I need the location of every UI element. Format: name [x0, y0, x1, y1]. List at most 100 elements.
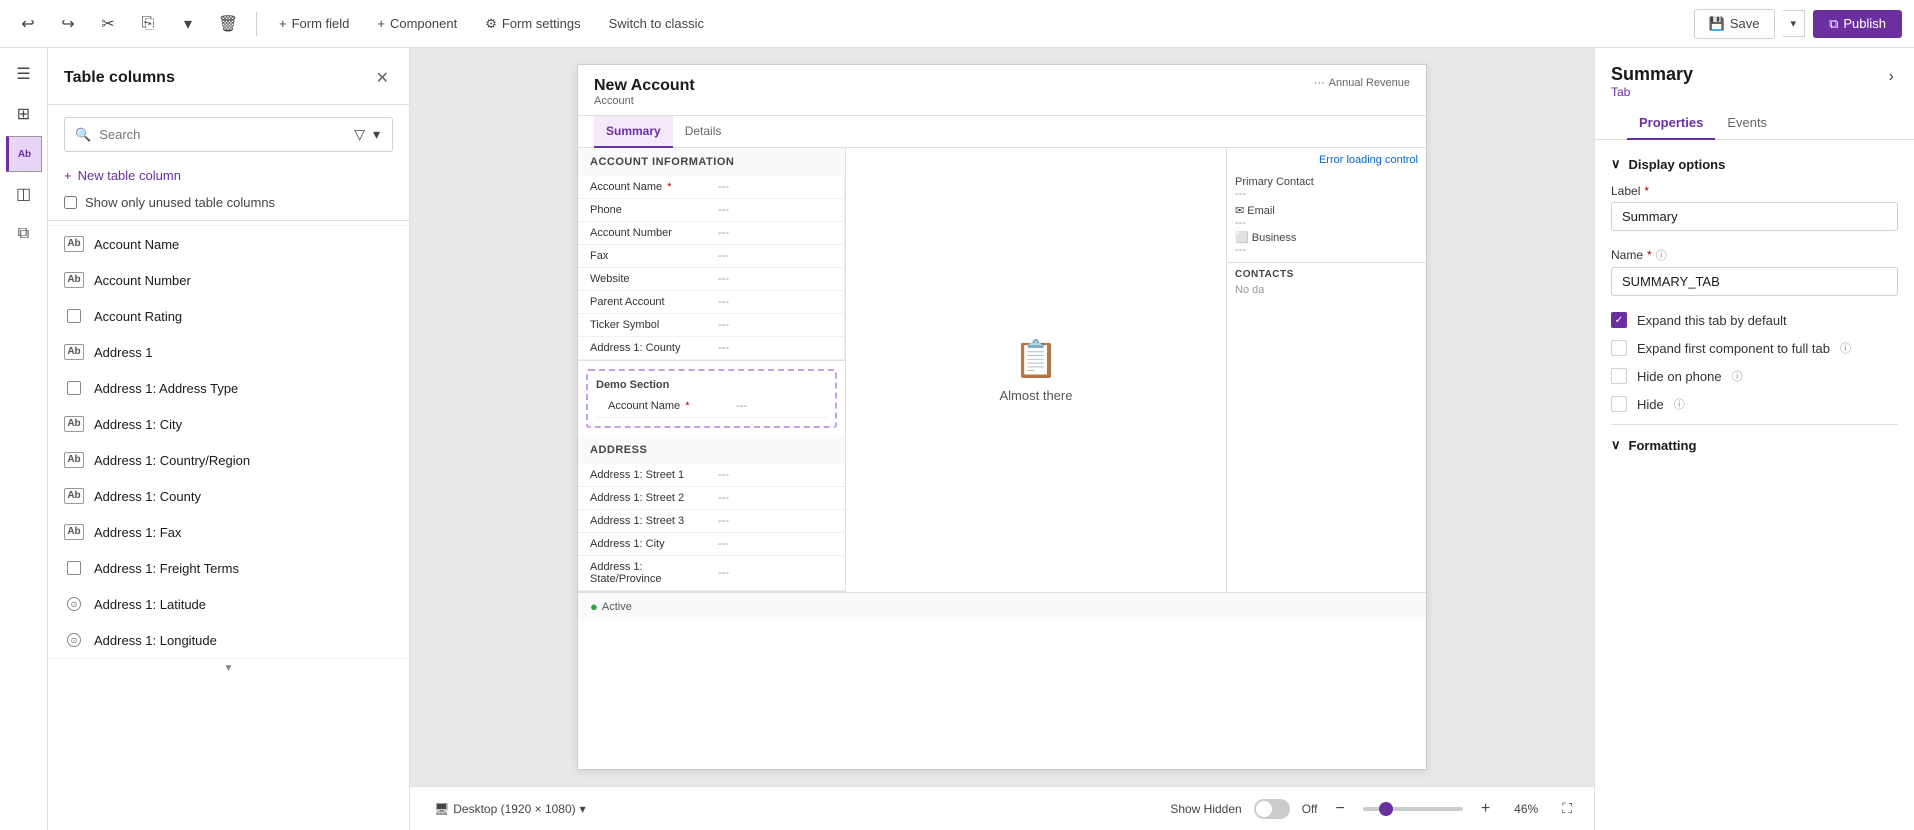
nav-components[interactable]: ⧉: [6, 216, 42, 252]
publish-button[interactable]: ⧉ Publish: [1813, 10, 1902, 38]
form-field-street2: Address 1: Street 2 ---: [578, 487, 845, 510]
list-item[interactable]: Ab Address 1: Country/Region: [48, 442, 409, 478]
divider-1: [256, 12, 257, 36]
hide-phone-checkbox[interactable]: [1611, 368, 1627, 384]
col-name: Address 1: Freight Terms: [94, 561, 239, 576]
filter-button[interactable]: ▽: [352, 124, 367, 145]
main-layout: ☰ ⊞ Ab ◫ ⧉ Table columns ✕ 🔍 ▽ ▾ + New t…: [0, 48, 1914, 830]
error-loading-link[interactable]: Error loading control: [1227, 148, 1426, 170]
list-item[interactable]: ⊙ Address 1: Latitude: [48, 586, 409, 622]
col-type-icon: ⊙: [64, 594, 84, 614]
hide-checkbox[interactable]: [1611, 396, 1627, 412]
show-hidden-label: Show Hidden: [1170, 802, 1241, 816]
search-input[interactable]: [99, 127, 344, 142]
display-options-header[interactable]: ∨ Display options: [1611, 156, 1898, 172]
panel-close-button[interactable]: ✕: [372, 64, 393, 92]
name-required: *: [1647, 248, 1652, 262]
list-item[interactable]: Ab Address 1: City: [48, 406, 409, 442]
no-data: No da: [1235, 284, 1418, 296]
right-panel-title-col: Summary Tab Properties Events: [1611, 64, 1795, 139]
zoom-slider[interactable]: [1363, 807, 1463, 811]
col-type-icon: Ab: [64, 522, 84, 542]
new-table-column-button[interactable]: + New table column: [64, 168, 181, 183]
label-input[interactable]: [1611, 202, 1898, 231]
search-bar: 🔍 ▽ ▾: [64, 117, 393, 152]
right-panel-title: Summary: [1611, 64, 1693, 85]
canvas-wrapper[interactable]: New Account Account ··· Annual Revenue S…: [410, 48, 1594, 786]
list-item[interactable]: Ab Account Number: [48, 262, 409, 298]
list-item[interactable]: Ab Address 1: Fax: [48, 514, 409, 550]
col-name: Address 1: County: [94, 489, 201, 504]
address-header: ADDRESS: [578, 436, 845, 464]
save-button[interactable]: 💾 Save: [1694, 9, 1775, 39]
desktop-icon: 🖥: [434, 802, 449, 816]
col-name: Account Number: [94, 273, 191, 288]
chevron-right-icon: ∨: [1611, 437, 1621, 453]
right-panel-expand-button[interactable]: ›: [1885, 64, 1898, 90]
component-button[interactable]: + Component: [367, 10, 467, 37]
col-type-icon: [64, 378, 84, 398]
right-panel-header: Summary Tab Properties Events ›: [1595, 48, 1914, 140]
name-input[interactable]: [1611, 267, 1898, 296]
formatting-title: Formatting: [1629, 438, 1697, 453]
device-button[interactable]: 🖥 Desktop (1920 × 1080) ▾: [426, 798, 594, 820]
form-field-icon: +: [279, 16, 287, 31]
nav-hamburger[interactable]: ☰: [6, 56, 42, 92]
formatting-header[interactable]: ∨ Formatting: [1611, 437, 1898, 453]
zoom-in-button[interactable]: +: [1475, 798, 1496, 820]
email-value: ---: [1235, 217, 1418, 229]
save-dropdown-button[interactable]: ▾: [1783, 10, 1806, 37]
col-type-icon: [64, 558, 84, 578]
fit-screen-button[interactable]: ⛶: [1556, 798, 1578, 819]
cut-button[interactable]: ✂: [92, 8, 124, 40]
list-item[interactable]: Address 1: Address Type: [48, 370, 409, 406]
list-item[interactable]: ⊙ Address 1: Longitude: [48, 622, 409, 658]
list-item[interactable]: Account Rating: [48, 298, 409, 334]
tab-summary[interactable]: Summary: [594, 116, 673, 148]
form-field-street1: Address 1: Street 1 ---: [578, 464, 845, 487]
demo-section-title: Demo Section: [596, 379, 827, 391]
form-field-ticker: Ticker Symbol ---: [578, 314, 844, 337]
nav-layout[interactable]: ◫: [6, 176, 42, 212]
list-item[interactable]: Ab Account Name: [48, 226, 409, 262]
form-field-account-name: Account Name * ---: [578, 176, 844, 199]
col-name: Address 1: Latitude: [94, 597, 206, 612]
delete-button[interactable]: 🗑: [212, 8, 244, 40]
redo-button[interactable]: ↪: [52, 8, 84, 40]
business-value: ---: [1235, 244, 1418, 256]
expand-full-checkbox[interactable]: [1611, 340, 1627, 356]
expand-tab-checkbox[interactable]: ✓: [1611, 312, 1627, 328]
copy-button[interactable]: ⎘: [132, 8, 164, 40]
paste-dropdown-button[interactable]: ▾: [172, 8, 204, 40]
expand-tab-label: Expand this tab by default: [1637, 313, 1787, 328]
col-name: Account Name: [94, 237, 179, 252]
name-field-group: Name * ⓘ: [1611, 247, 1898, 296]
list-item[interactable]: Ab Address 1: [48, 334, 409, 370]
form-title-area: New Account Account: [594, 77, 695, 107]
tab-details[interactable]: Details: [673, 116, 734, 148]
nav-grid[interactable]: ⊞: [6, 96, 42, 132]
sort-dropdown-button[interactable]: ▾: [371, 124, 382, 145]
expand-full-label: Expand first component to full tab: [1637, 341, 1830, 356]
chevron-down-icon: ∨: [1611, 156, 1621, 172]
left-icon-nav: ☰ ⊞ Ab ◫ ⧉: [0, 48, 48, 830]
show-unused-checkbox[interactable]: [64, 196, 77, 209]
show-hidden-toggle[interactable]: [1254, 799, 1290, 819]
nav-fields[interactable]: Ab: [6, 136, 42, 172]
right-panel-body: ∨ Display options Label * Name * ⓘ: [1595, 140, 1914, 830]
list-item[interactable]: Ab Address 1: County: [48, 478, 409, 514]
hide-row: Hide ⓘ: [1611, 396, 1898, 412]
show-unused-label[interactable]: Show only unused table columns: [85, 195, 275, 210]
scroll-bottom-indicator: ▼: [48, 658, 409, 678]
undo-button[interactable]: ↩: [12, 8, 44, 40]
toggle-knob: [1256, 801, 1272, 817]
switch-classic-button[interactable]: Switch to classic: [599, 10, 714, 37]
form-settings-button[interactable]: ⚙ Form settings: [475, 10, 590, 38]
col-type-icon: [64, 306, 84, 326]
zoom-out-button[interactable]: −: [1330, 798, 1351, 820]
email-label: ✉ Email: [1235, 204, 1418, 217]
list-item[interactable]: Address 1: Freight Terms: [48, 550, 409, 586]
tab-events[interactable]: Events: [1715, 107, 1779, 140]
tab-properties[interactable]: Properties: [1627, 107, 1715, 140]
form-field-button[interactable]: + Form field: [269, 10, 359, 37]
